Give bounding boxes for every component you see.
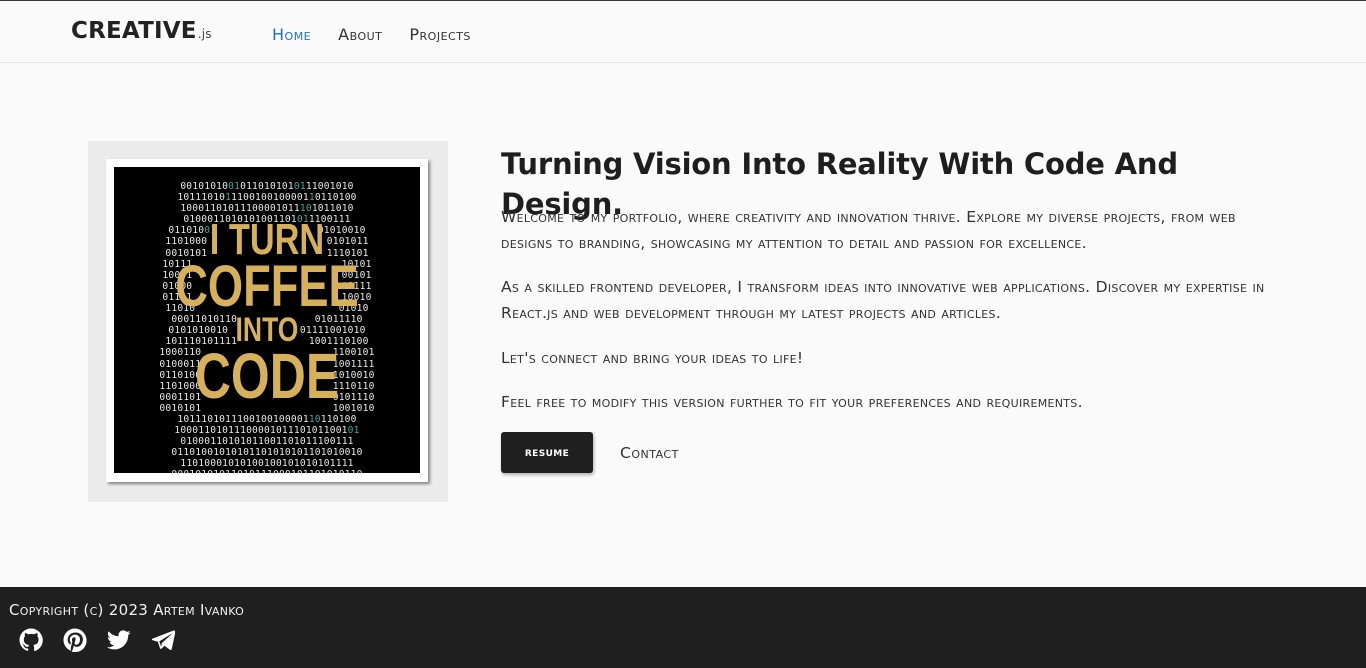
slogan-line-2: COFFEE xyxy=(175,254,359,319)
hero-actions: resume Contact xyxy=(501,432,679,473)
intro-paragraph-1: Welcome to my portfolio, where creativit… xyxy=(501,208,1236,252)
slogan-line-4: CODE xyxy=(194,340,340,412)
pinterest-icon[interactable] xyxy=(63,628,87,653)
coffee-slogan: I TURN COFFEE INTO CODE xyxy=(148,218,387,412)
copyright-text: Copyright (c) 2023 Artem Ivanko xyxy=(9,601,245,619)
site-footer: Copyright (c) 2023 Artem Ivanko xyxy=(0,587,1366,668)
site-header: CREATIVE.js Home About Projects xyxy=(0,1,1366,63)
contact-link[interactable]: Contact xyxy=(620,444,679,462)
intro-paragraph-4: Feel free to modify this version further… xyxy=(501,393,1083,411)
github-icon[interactable] xyxy=(19,628,43,652)
site-logo[interactable]: CREATIVE.js xyxy=(71,18,212,44)
hero-photo-card: 00101010010110101010111001010 1011101011… xyxy=(106,159,428,482)
nav-home-link[interactable]: Home xyxy=(272,25,311,44)
twitter-icon[interactable] xyxy=(107,628,131,652)
coffee-code-image: 00101010010110101010111001010 1011101011… xyxy=(114,167,420,473)
intro-paragraph-3: Let's connect and bring your ideas to li… xyxy=(501,349,804,367)
main-nav: Home About Projects xyxy=(272,25,498,44)
social-links xyxy=(19,628,176,653)
intro-paragraph-2: As a skilled frontend developer, I trans… xyxy=(501,278,1265,322)
telegram-icon[interactable] xyxy=(151,628,176,652)
logo-name: CREATIVE xyxy=(71,18,197,44)
nav-projects-link[interactable]: Projects xyxy=(409,25,471,44)
resume-button[interactable]: resume xyxy=(501,432,593,473)
logo-suffix: .js xyxy=(197,27,212,41)
hero-image-frame: 00101010010110101010111001010 1011101011… xyxy=(88,141,448,502)
nav-about-link[interactable]: About xyxy=(338,25,382,44)
hero-content: Turning Vision Into Reality With Code An… xyxy=(501,144,1301,473)
